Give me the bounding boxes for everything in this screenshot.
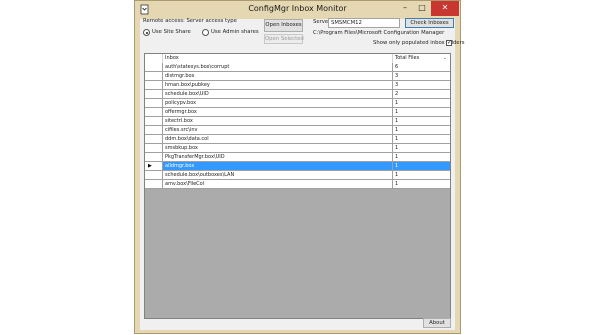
- title-bar[interactable]: ConfigMgr Inbox Monitor – □ ✕: [135, 1, 460, 19]
- table-row[interactable]: policypv.box 1: [145, 99, 450, 108]
- table-row[interactable]: ddm.box\data.col 1: [145, 135, 450, 144]
- row-header[interactable]: [145, 135, 163, 144]
- install-path-text: C:\Program Files\Microsoft Configuration…: [313, 30, 445, 36]
- row-header[interactable]: [145, 90, 163, 99]
- close-button[interactable]: ✕: [431, 1, 459, 16]
- cell-total-files[interactable]: 1: [393, 99, 450, 108]
- cell-total-files[interactable]: 3: [393, 72, 450, 81]
- radio-use-admin-shares[interactable]: [202, 29, 209, 36]
- table-row[interactable]: amv.box\FileCol 1: [145, 180, 450, 189]
- maximize-button[interactable]: □: [414, 1, 430, 16]
- table-row[interactable]: smsbkup.box 1: [145, 144, 450, 153]
- cell-inbox[interactable]: policypv.box: [163, 99, 393, 108]
- current-row-pointer-icon: ▶: [148, 163, 152, 169]
- radio-use-site-share-label[interactable]: Use Site Share: [152, 29, 191, 35]
- cell-total-files[interactable]: 1: [393, 180, 450, 189]
- column-header-total-files[interactable]: Total Files ⌄: [393, 54, 450, 63]
- access-type-label: Remote access: Server access type: [143, 18, 237, 24]
- cell-total-files[interactable]: 1: [393, 117, 450, 126]
- radio-use-site-share[interactable]: [143, 29, 150, 36]
- cell-total-files[interactable]: 3: [393, 81, 450, 90]
- cell-inbox[interactable]: hman.box\pubkey: [163, 81, 393, 90]
- table-row[interactable]: hman.box\pubkey 3: [145, 81, 450, 90]
- cell-inbox[interactable]: offermgr.box: [163, 108, 393, 117]
- row-header[interactable]: [145, 72, 163, 81]
- sort-arrow-icon: ⌄: [442, 55, 447, 61]
- cell-inbox[interactable]: distmgr.box: [163, 72, 393, 81]
- cell-inbox[interactable]: auth\statesys.box\corrupt: [163, 63, 393, 72]
- row-header[interactable]: [145, 99, 163, 108]
- inbox-grid[interactable]: Inbox Total Files ⌄ auth\statesys.box\co…: [144, 53, 451, 319]
- open-selected-button[interactable]: Open Selected: [264, 34, 304, 44]
- cell-inbox[interactable]: smsbkup.box: [163, 144, 393, 153]
- table-row[interactable]: PkgTransferMgr.box\UID 1: [145, 153, 450, 162]
- cell-total-files[interactable]: 1: [393, 135, 450, 144]
- about-button[interactable]: About: [423, 318, 451, 328]
- table-row[interactable]: schedule.box\outboxes\LAN 1: [145, 171, 450, 180]
- radio-use-admin-shares-label[interactable]: Use Admin shares: [211, 29, 259, 35]
- cell-total-files[interactable]: 1: [393, 171, 450, 180]
- app-window: ConfigMgr Inbox Monitor – □ ✕ Remote acc…: [134, 0, 465, 334]
- table-row[interactable]: schedule.box\UID 2: [145, 90, 450, 99]
- table-row[interactable]: sitectrl.box 1: [145, 117, 450, 126]
- table-row[interactable]: auth\statesys.box\corrupt 6: [145, 63, 450, 72]
- cell-inbox[interactable]: amv.box\FileCol: [163, 180, 393, 189]
- row-header[interactable]: [145, 108, 163, 117]
- client-area: Remote access: Server access type Use Si…: [140, 18, 465, 330]
- table-row[interactable]: ▶ alldmgr.box 1: [145, 162, 450, 171]
- cell-total-files[interactable]: 1: [393, 144, 450, 153]
- cell-total-files[interactable]: 6: [393, 63, 450, 72]
- column-header-total-files-label: Total Files: [395, 55, 420, 61]
- row-header[interactable]: [145, 126, 163, 135]
- cell-total-files[interactable]: 2: [393, 90, 450, 99]
- column-header-inbox[interactable]: Inbox: [163, 54, 393, 63]
- cell-total-files[interactable]: 1: [393, 153, 450, 162]
- row-header[interactable]: [145, 63, 163, 72]
- server-input[interactable]: SMSMCM12: [328, 18, 400, 28]
- row-header[interactable]: [145, 117, 163, 126]
- open-inboxes-button[interactable]: Open Inboxes: [264, 19, 303, 32]
- row-header[interactable]: [145, 180, 163, 189]
- row-header-corner: [145, 54, 163, 63]
- cell-total-files[interactable]: 1: [393, 126, 450, 135]
- row-header[interactable]: [145, 81, 163, 90]
- row-header[interactable]: ▶: [145, 162, 163, 171]
- grid-header: Inbox Total Files ⌄: [145, 54, 450, 63]
- cell-inbox[interactable]: cifiles.src\inv: [163, 126, 393, 135]
- check-inboxes-button[interactable]: Check Inboxes: [405, 18, 454, 28]
- cell-inbox[interactable]: sitectrl.box: [163, 117, 393, 126]
- cell-inbox[interactable]: schedule.box\outboxes\LAN: [163, 171, 393, 180]
- cell-inbox[interactable]: ddm.box\data.col: [163, 135, 393, 144]
- minimize-button[interactable]: –: [397, 1, 413, 16]
- table-row[interactable]: distmgr.box 3: [145, 72, 450, 81]
- populated-only-checkbox[interactable]: ✓: [446, 40, 452, 46]
- cell-total-files[interactable]: 1: [393, 162, 450, 171]
- table-row[interactable]: offermgr.box 1: [145, 108, 450, 117]
- cell-inbox[interactable]: PkgTransferMgr.box\UID: [163, 153, 393, 162]
- cell-total-files[interactable]: 1: [393, 108, 450, 117]
- cell-inbox[interactable]: alldmgr.box: [163, 162, 393, 171]
- row-header[interactable]: [145, 153, 163, 162]
- row-header[interactable]: [145, 171, 163, 180]
- table-row[interactable]: cifiles.src\inv 1: [145, 126, 450, 135]
- cell-inbox[interactable]: schedule.box\UID: [163, 90, 393, 99]
- row-header[interactable]: [145, 144, 163, 153]
